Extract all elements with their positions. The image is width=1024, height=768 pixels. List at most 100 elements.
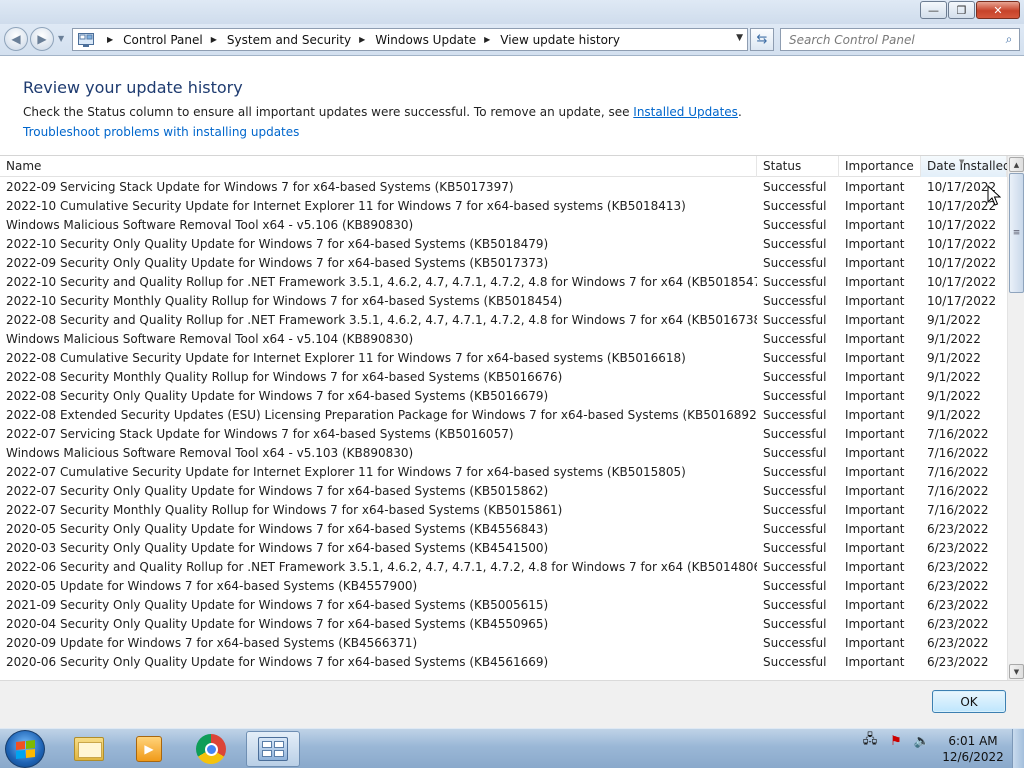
column-header-importance[interactable]: Importance [839,156,921,177]
table-row[interactable]: 2022-08 Security Monthly Quality Rollup … [0,368,1007,387]
status-cell: Successful [763,275,827,289]
page-title: Review your update history [23,78,243,97]
table-row[interactable]: 2020-06 Security Only Quality Update for… [0,653,1007,672]
status-cell: Successful [763,351,827,365]
network-icon[interactable]: 🖧 [862,732,878,749]
scrollbar-thumb[interactable]: ≡ [1009,173,1024,293]
update-name-cell: 2022-09 Servicing Stack Update for Windo… [6,180,514,194]
table-row[interactable]: 2020-04 Security Only Quality Update for… [0,615,1007,634]
taskbar-clock[interactable]: 6:01 AM 12/6/2022 [938,733,1008,765]
media-player-icon: ▶ [136,736,162,762]
table-row[interactable]: 2022-06 Security and Quality Rollup for … [0,558,1007,577]
breadcrumb-windows-update[interactable]: Windows Update ▶ [375,29,500,50]
update-name-cell: 2022-08 Extended Security Updates (ESU) … [6,408,757,422]
chevron-right-icon[interactable]: ▶ [211,35,217,44]
address-bar[interactable]: ▶ Control Panel ▶ System and Security ▶ Wi… [72,28,748,51]
scroll-down-button[interactable]: ▼ [1009,664,1024,679]
table-row[interactable]: Windows Malicious Software Removal Tool … [0,216,1007,235]
table-row[interactable]: 2022-10 Security Monthly Quality Rollup … [0,292,1007,311]
scroll-up-button[interactable]: ▲ [1009,157,1024,172]
table-row[interactable]: 2020-05 Update for Windows 7 for x64-bas… [0,577,1007,596]
importance-cell: Important [845,351,905,365]
table-row[interactable]: 2022-07 Servicing Stack Update for Windo… [0,425,1007,444]
search-icon[interactable]: ⌕ [999,32,1019,47]
update-name-cell: 2022-09 Security Only Quality Update for… [6,256,549,270]
recent-pages-dropdown[interactable]: ▼ [58,34,64,43]
date-installed-cell: 6/23/2022 [927,522,989,536]
table-row[interactable]: 2022-08 Security Only Quality Update for… [0,387,1007,406]
taskbar-control-panel[interactable] [246,731,300,767]
taskbar: ▶ 🖧 ⚑ 🔈 6:01 AM 12/6/2022 [0,728,1024,768]
refresh-button[interactable]: ⇆ [750,28,774,51]
column-header-name[interactable]: Name [0,156,757,177]
start-button[interactable] [5,730,45,768]
status-cell: Successful [763,256,827,270]
table-row[interactable]: Windows Malicious Software Removal Tool … [0,330,1007,349]
column-header-row: Name Status Importance ▼ Date Installed [0,156,1011,177]
importance-cell: Important [845,541,905,555]
action-center-flag-icon[interactable]: ⚑ [888,733,904,749]
table-row[interactable]: 2022-10 Cumulative Security Update for I… [0,197,1007,216]
status-cell: Successful [763,370,827,384]
table-row[interactable]: Windows Malicious Software Removal Tool … [0,444,1007,463]
importance-cell: Important [845,275,905,289]
show-desktop-button[interactable] [1012,729,1024,768]
breadcrumb-control-panel[interactable]: Control Panel ▶ [123,29,227,50]
clock-date: 12/6/2022 [942,750,1004,764]
update-name-cell: 2022-06 Security and Quality Rollup for … [6,560,757,574]
table-row[interactable]: 2022-07 Security Only Quality Update for… [0,482,1007,501]
table-row[interactable]: 2022-07 Security Monthly Quality Rollup … [0,501,1007,520]
taskbar-chrome[interactable] [184,731,238,767]
breadcrumb-separator[interactable]: ▶ [99,29,123,50]
importance-cell: Important [845,218,905,232]
table-row[interactable]: 2020-09 Update for Windows 7 for x64-bas… [0,634,1007,653]
update-name-cell: 2022-08 Security Only Quality Update for… [6,389,549,403]
date-installed-cell: 7/16/2022 [927,446,989,460]
volume-icon[interactable]: 🔈 [914,733,930,749]
window-controls: — ❐ ✕ [920,1,1020,19]
installed-updates-link[interactable]: Installed Updates [633,105,738,119]
forward-button[interactable]: ▶ [30,27,54,51]
importance-cell: Important [845,522,905,536]
update-name-cell: 2022-10 Cumulative Security Update for I… [6,199,686,213]
table-row[interactable]: 2022-10 Security Only Quality Update for… [0,235,1007,254]
table-row[interactable]: 2020-05 Security Only Quality Update for… [0,520,1007,539]
minimize-button[interactable]: — [920,1,947,19]
breadcrumb-view-update-history[interactable]: View update history [500,29,620,50]
window-title-bar[interactable]: — ❐ ✕ [0,0,1024,24]
maximize-button[interactable]: ❐ [948,1,975,19]
column-header-date-installed[interactable]: ▼ Date Installed [921,156,1011,177]
search-box[interactable]: ⌕ [780,28,1020,51]
importance-cell: Important [845,199,905,213]
table-row[interactable]: 2022-09 Security Only Quality Update for… [0,254,1007,273]
table-row[interactable]: 2022-09 Servicing Stack Update for Windo… [0,178,1007,197]
sort-descending-icon: ▼ [959,158,965,166]
date-installed-cell: 7/16/2022 [927,465,989,479]
table-row[interactable]: 2022-08 Security and Quality Rollup for … [0,311,1007,330]
taskbar-media-player[interactable]: ▶ [122,731,176,767]
address-dropdown-icon[interactable]: ▼ [736,33,743,43]
date-installed-cell: 10/17/2022 [927,294,997,308]
troubleshoot-link[interactable]: Troubleshoot problems with installing up… [23,125,299,139]
table-row[interactable]: 2020-03 Security Only Quality Update for… [0,539,1007,558]
update-name-cell: 2022-07 Servicing Stack Update for Windo… [6,427,514,441]
table-row[interactable]: 2022-08 Cumulative Security Update for I… [0,349,1007,368]
importance-cell: Important [845,332,905,346]
table-row[interactable]: 2022-07 Cumulative Security Update for I… [0,463,1007,482]
column-header-status[interactable]: Status [757,156,839,177]
table-row[interactable]: 2022-08 Extended Security Updates (ESU) … [0,406,1007,425]
status-cell: Successful [763,199,827,213]
mouse-cursor-icon [987,185,1001,206]
table-row[interactable]: 2021-09 Security Only Quality Update for… [0,596,1007,615]
vertical-scrollbar[interactable]: ▲ ≡ ▼ [1007,156,1024,680]
breadcrumb-system-and-security[interactable]: System and Security ▶ [227,29,375,50]
table-row[interactable]: 2022-10 Security and Quality Rollup for … [0,273,1007,292]
date-installed-cell: 6/23/2022 [927,655,989,669]
search-input[interactable] [781,29,999,50]
close-button[interactable]: ✕ [976,1,1020,19]
back-button[interactable]: ◀ [4,27,28,51]
chevron-right-icon[interactable]: ▶ [359,35,365,44]
ok-button[interactable]: OK [932,690,1006,713]
taskbar-explorer[interactable] [62,731,116,767]
chevron-right-icon[interactable]: ▶ [484,35,490,44]
